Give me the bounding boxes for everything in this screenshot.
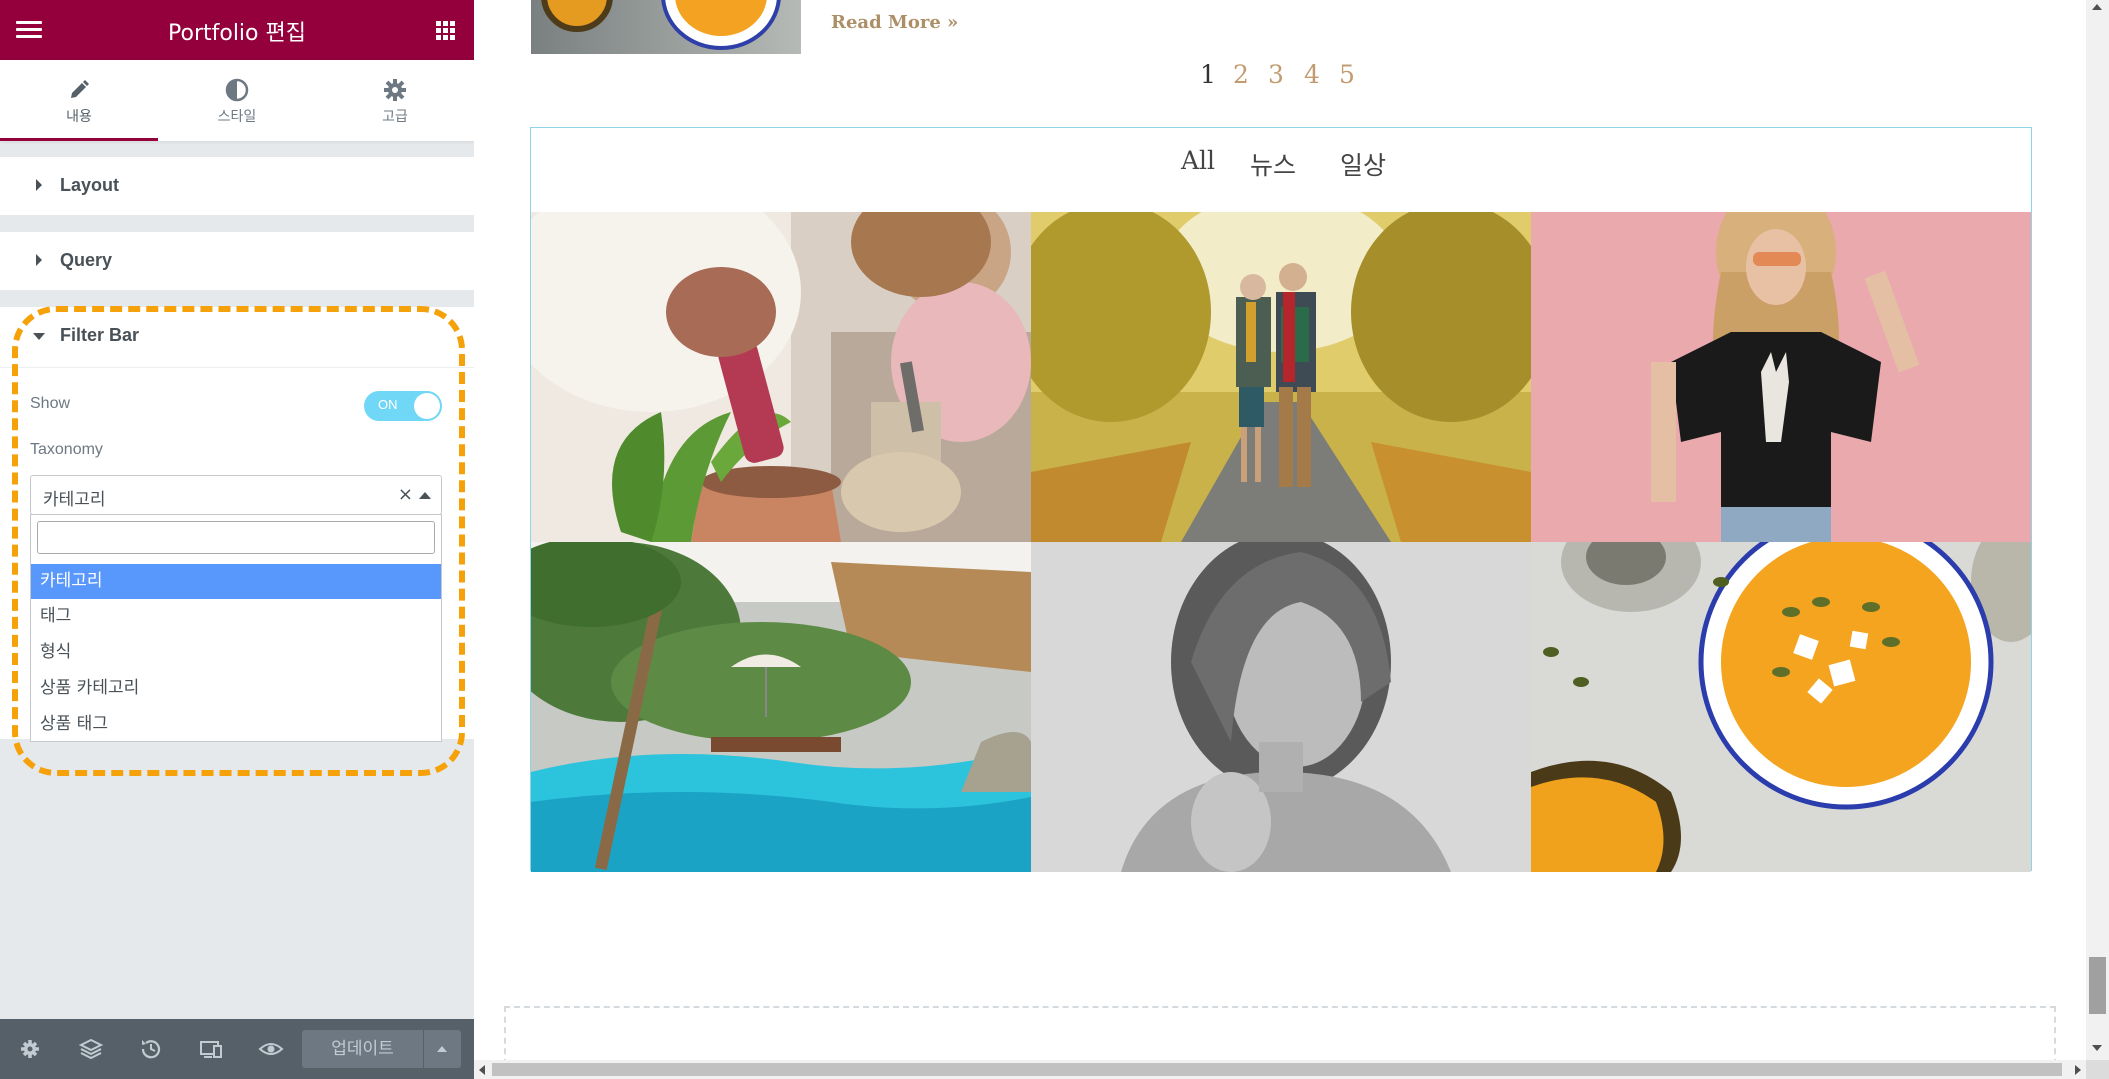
bw-portrait-photo xyxy=(1031,542,1531,872)
tab-advanced[interactable]: 고급 xyxy=(316,60,474,141)
tab-label: 내용 xyxy=(66,109,92,125)
pool-resort-photo xyxy=(531,542,1031,872)
panel-tabs: 내용 스타일 고급 xyxy=(0,60,474,141)
read-more-link[interactable]: Read More » xyxy=(831,12,958,33)
horizontal-scrollbar[interactable] xyxy=(474,1060,2086,1079)
page-link[interactable]: 3 xyxy=(1268,60,1284,89)
filter-item-daily[interactable]: 일상 xyxy=(1340,146,1386,182)
scrollbar-corner xyxy=(2086,1060,2109,1079)
couple-walking-photo xyxy=(1031,212,1531,542)
widgets-grid-icon[interactable] xyxy=(436,21,456,41)
section-title: Layout xyxy=(60,175,120,195)
history-icon[interactable] xyxy=(137,1035,165,1063)
scroll-up-icon[interactable] xyxy=(2092,4,2102,10)
woman-pink-wall-photo xyxy=(1531,212,2031,542)
post-thumbnail[interactable] xyxy=(531,0,801,54)
contrast-icon xyxy=(225,78,249,102)
section-title: Query xyxy=(60,250,113,270)
pencil-icon xyxy=(71,80,89,98)
portfolio-item-gardening[interactable] xyxy=(531,212,1031,542)
section-layout[interactable]: Layout xyxy=(0,157,474,215)
scrollbar-thumb[interactable] xyxy=(2089,957,2106,1014)
panel-title: Portfolio 편집 xyxy=(168,21,306,46)
portfolio-item-pool[interactable] xyxy=(531,542,1031,872)
filter-item-all[interactable]: All xyxy=(1181,146,1215,175)
page-link[interactable]: 5 xyxy=(1339,60,1355,89)
responsive-icon[interactable] xyxy=(197,1035,225,1063)
panel-header: Portfolio 편집 xyxy=(0,0,474,60)
filter-bar: All 뉴스 일상 xyxy=(531,128,2031,212)
filter-item-news[interactable]: 뉴스 xyxy=(1250,146,1296,182)
portfolio-item-woman-pink[interactable] xyxy=(1531,212,2031,542)
scroll-left-icon[interactable] xyxy=(479,1065,485,1075)
tab-content[interactable]: 내용 xyxy=(0,60,158,141)
pagination: 1 2 3 4 5 xyxy=(1200,60,1500,94)
caret-up-icon xyxy=(437,1046,447,1052)
page-number-current: 1 xyxy=(1200,60,1216,89)
panel-footer: 업데이트 xyxy=(0,1019,474,1079)
portfolio-item-couple[interactable] xyxy=(1031,212,1531,542)
eye-icon[interactable] xyxy=(257,1035,285,1063)
scroll-down-icon[interactable] xyxy=(2092,1045,2102,1051)
scrollbar-thumb[interactable] xyxy=(492,1063,2062,1076)
caret-right-icon xyxy=(36,179,42,191)
portfolio-item-soup[interactable] xyxy=(1531,542,2031,872)
editor-panel: Portfolio 편집 내용 스타일 고급 Layout Query Filt… xyxy=(0,0,474,1079)
vertical-scrollbar[interactable] xyxy=(2086,0,2109,1060)
tab-label: 고급 xyxy=(382,109,408,125)
gear-icon[interactable] xyxy=(16,1035,44,1063)
page-preview: Read More » 1 2 3 4 5 All 뉴스 일상 xyxy=(474,0,2086,1060)
caret-right-icon xyxy=(36,254,42,266)
update-options-button[interactable] xyxy=(423,1030,461,1068)
tab-style[interactable]: 스타일 xyxy=(158,60,316,141)
layers-icon[interactable] xyxy=(77,1035,105,1063)
portfolio-item-portrait[interactable] xyxy=(1031,542,1531,872)
page-link[interactable]: 2 xyxy=(1233,60,1249,89)
add-section-area[interactable] xyxy=(504,1006,2056,1060)
tab-label: 스타일 xyxy=(217,109,257,125)
portfolio-widget: All 뉴스 일상 xyxy=(530,127,2032,872)
section-query[interactable]: Query xyxy=(0,232,474,290)
pumpkin-soup-photo xyxy=(1531,542,2031,872)
page-link[interactable]: 4 xyxy=(1304,60,1320,89)
gear-icon xyxy=(384,79,406,101)
highlight-annotation xyxy=(12,306,465,776)
update-button[interactable]: 업데이트 xyxy=(302,1030,423,1068)
gardening-photo xyxy=(531,212,1031,542)
scroll-right-icon[interactable] xyxy=(2075,1065,2081,1075)
